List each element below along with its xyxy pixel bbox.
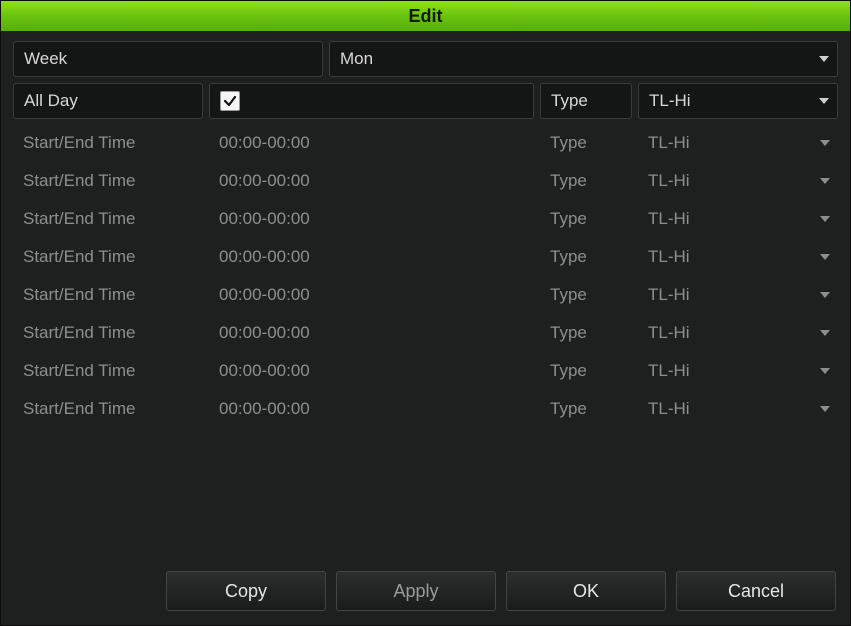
apply-button[interactable]: Apply: [336, 571, 496, 611]
chevron-down-icon: [820, 216, 830, 222]
time-row-label: Start/End Time: [13, 239, 203, 275]
time-row: Start/End Time00:00-00:00TypeTL-Hi: [13, 163, 838, 199]
time-row-type-label: Type: [540, 239, 632, 275]
allday-label: All Day: [13, 83, 203, 119]
time-input[interactable]: 00:00-00:00: [209, 391, 534, 427]
time-row-type-label: Type: [540, 201, 632, 237]
check-icon: [223, 94, 237, 108]
chevron-down-icon: [820, 406, 830, 412]
time-row-type-dropdown[interactable]: TL-Hi: [638, 315, 838, 351]
chevron-down-icon: [820, 330, 830, 336]
time-row: Start/End Time00:00-00:00TypeTL-Hi: [13, 201, 838, 237]
time-row-label: Start/End Time: [13, 353, 203, 389]
chevron-down-icon: [820, 254, 830, 260]
time-row-label: Start/End Time: [13, 201, 203, 237]
time-row-type-label: Type: [540, 163, 632, 199]
time-row-type-label: Type: [540, 315, 632, 351]
allday-checkbox[interactable]: [220, 91, 240, 111]
week-row: Week Mon: [13, 41, 838, 77]
chevron-down-icon: [820, 140, 830, 146]
time-input[interactable]: 00:00-00:00: [209, 277, 534, 313]
time-input[interactable]: 00:00-00:00: [209, 125, 534, 161]
allday-row: All Day Type TL-Hi: [13, 83, 838, 119]
time-row: Start/End Time00:00-00:00TypeTL-Hi: [13, 315, 838, 351]
chevron-down-icon: [820, 368, 830, 374]
time-row-type-label: Type: [540, 125, 632, 161]
time-row-type-dropdown[interactable]: TL-Hi: [638, 239, 838, 275]
allday-type-dropdown[interactable]: TL-Hi: [638, 83, 838, 119]
time-row-label: Start/End Time: [13, 277, 203, 313]
time-row-type-dropdown[interactable]: TL-Hi: [638, 163, 838, 199]
ok-button[interactable]: OK: [506, 571, 666, 611]
time-row-label: Start/End Time: [13, 391, 203, 427]
time-row-type-dropdown[interactable]: TL-Hi: [638, 391, 838, 427]
time-row-type-dropdown[interactable]: TL-Hi: [638, 353, 838, 389]
time-row: Start/End Time00:00-00:00TypeTL-Hi: [13, 353, 838, 389]
time-row-type-dropdown[interactable]: TL-Hi: [638, 201, 838, 237]
time-row: Start/End Time00:00-00:00TypeTL-Hi: [13, 125, 838, 161]
time-row: Start/End Time00:00-00:00TypeTL-Hi: [13, 391, 838, 427]
allday-checkbox-cell: [209, 83, 534, 119]
time-row-type-label: Type: [540, 353, 632, 389]
dialog-title: Edit: [409, 6, 443, 27]
edit-dialog: Edit Week Mon All Day: [0, 0, 851, 626]
time-input[interactable]: 00:00-00:00: [209, 315, 534, 351]
time-row: Start/End Time00:00-00:00TypeTL-Hi: [13, 277, 838, 313]
time-row-type-label: Type: [540, 391, 632, 427]
time-input[interactable]: 00:00-00:00: [209, 239, 534, 275]
time-row-type-dropdown[interactable]: TL-Hi: [638, 125, 838, 161]
content-area: Week Mon All Day Type TL-: [1, 31, 850, 561]
week-label: Week: [13, 41, 323, 77]
time-row-type-dropdown[interactable]: TL-Hi: [638, 277, 838, 313]
time-row-label: Start/End Time: [13, 315, 203, 351]
time-row: Start/End Time00:00-00:00TypeTL-Hi: [13, 239, 838, 275]
time-input[interactable]: 00:00-00:00: [209, 163, 534, 199]
cancel-button[interactable]: Cancel: [676, 571, 836, 611]
chevron-down-icon: [819, 98, 829, 104]
titlebar: Edit: [1, 1, 850, 31]
chevron-down-icon: [820, 292, 830, 298]
week-dropdown[interactable]: Mon: [329, 41, 838, 77]
chevron-down-icon: [820, 178, 830, 184]
time-rows: Start/End Time00:00-00:00TypeTL-HiStart/…: [13, 125, 838, 427]
time-row-label: Start/End Time: [13, 125, 203, 161]
time-row-label: Start/End Time: [13, 163, 203, 199]
time-row-type-label: Type: [540, 277, 632, 313]
time-input[interactable]: 00:00-00:00: [209, 353, 534, 389]
footer: Copy Apply OK Cancel: [1, 561, 850, 625]
allday-type-label: Type: [540, 83, 632, 119]
spacer: [13, 433, 838, 561]
time-input[interactable]: 00:00-00:00: [209, 201, 534, 237]
chevron-down-icon: [819, 56, 829, 62]
copy-button[interactable]: Copy: [166, 571, 326, 611]
